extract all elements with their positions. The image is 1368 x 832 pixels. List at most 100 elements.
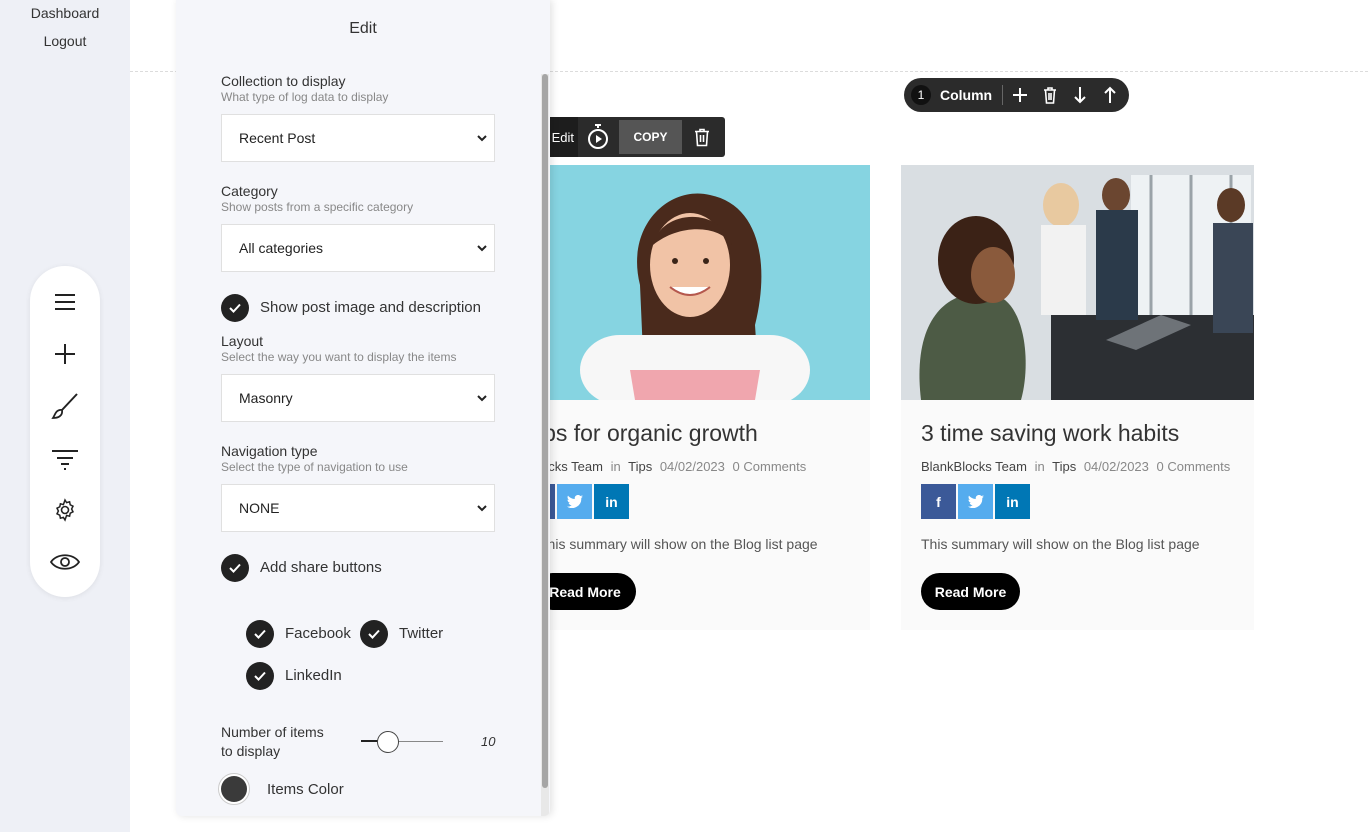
post-card: 3 time saving work habits BlankBlocks Te…	[901, 165, 1254, 630]
move-up-button[interactable]	[1095, 80, 1125, 110]
layout-select[interactable]: Masonry	[221, 374, 495, 422]
settings-button[interactable]	[45, 490, 85, 530]
arrow-down-icon	[1074, 87, 1086, 104]
post-comments[interactable]: 0 Comments	[1157, 459, 1231, 474]
toolbar-separator	[1002, 85, 1004, 105]
chevron-down-icon	[477, 245, 487, 252]
layout-label: Layout	[221, 333, 264, 349]
plus-icon	[1013, 88, 1028, 102]
chevron-down-icon	[477, 505, 487, 512]
delete-block-button[interactable]	[687, 122, 717, 152]
tool-rail	[30, 266, 100, 597]
twitter-checkbox[interactable]	[360, 620, 388, 648]
logout-link[interactable]: Logout	[0, 33, 130, 49]
add-column-button[interactable]	[1005, 80, 1035, 110]
navigation-select[interactable]: NONE	[221, 484, 495, 532]
items-color-swatch[interactable]	[218, 773, 250, 805]
copy-block-button[interactable]: COPY	[619, 120, 682, 154]
post-summary: This summary will show on the Blog list …	[539, 536, 818, 552]
category-value: All categories	[239, 240, 324, 256]
chevron-down-icon	[477, 135, 487, 142]
column-toolbar: 1 Column	[904, 78, 1129, 112]
linkedin-share-button[interactable]: in	[995, 484, 1030, 519]
menu-button[interactable]	[45, 282, 85, 322]
category-select[interactable]: All categories	[221, 224, 495, 272]
twitter-icon	[967, 495, 984, 508]
facebook-checkbox[interactable]	[246, 620, 274, 648]
layout-help: Select the way you want to display the i…	[221, 350, 457, 364]
items-count-label-2: to display	[221, 743, 281, 759]
category-label: Category	[221, 183, 278, 199]
meeting-image	[901, 165, 1254, 400]
read-more-button[interactable]: Read More	[921, 573, 1020, 610]
post-category[interactable]: Tips	[1052, 459, 1076, 474]
column-count-badge: 1	[911, 85, 931, 105]
menu-icon	[55, 294, 75, 310]
post-title[interactable]: 3 time saving work habits	[921, 420, 1179, 447]
portrait-image	[520, 165, 870, 400]
show-image-label: Show post image and description	[260, 299, 481, 316]
items-color-fill	[221, 776, 247, 802]
block-toolbar: Edit COPY	[520, 117, 725, 157]
column-label: Column	[940, 87, 993, 103]
chevron-down-icon	[477, 395, 487, 402]
twitter-icon	[566, 495, 583, 508]
post-date: 04/02/2023	[1083, 459, 1149, 474]
add-share-label: Add share buttons	[260, 559, 382, 576]
eye-icon	[50, 554, 80, 570]
linkedin-option-label: LinkedIn	[285, 667, 342, 684]
post-date: 04/02/2023	[659, 459, 725, 474]
facebook-share-button[interactable]: f	[921, 484, 956, 519]
twitter-share-button[interactable]	[557, 484, 592, 519]
trash-icon	[695, 128, 709, 146]
navigation-help: Select the type of navigation to use	[221, 460, 408, 474]
panel-scrollbar[interactable]	[541, 74, 549, 816]
meta-in: in	[1034, 459, 1045, 474]
admin-sidebar: Dashboard Logout	[0, 0, 130, 832]
edit-panel: Edit Collection to display What type of …	[176, 0, 550, 816]
trash-icon	[1044, 86, 1057, 104]
post-comments[interactable]: 0 Comments	[733, 459, 807, 474]
panel-title: Edit	[349, 20, 377, 37]
collection-label: Collection to display	[221, 73, 346, 89]
check-icon	[229, 303, 241, 313]
animation-button[interactable]	[583, 122, 613, 152]
add-share-checkbox[interactable]	[221, 554, 249, 582]
arrow-up-icon	[1104, 86, 1116, 103]
navigation-value: NONE	[239, 500, 280, 516]
twitter-option-label: Twitter	[399, 625, 444, 642]
linkedin-checkbox[interactable]	[246, 662, 274, 690]
dashboard-link[interactable]: Dashboard	[0, 5, 130, 21]
post-card: 5 Tips for organic growth BlankBlocks Te…	[520, 165, 870, 630]
collection-select[interactable]: Recent Post	[221, 114, 495, 162]
delete-column-button[interactable]	[1035, 80, 1065, 110]
post-author[interactable]: BlankBlocks Team	[921, 459, 1027, 474]
items-count-value: 10	[481, 734, 496, 749]
collection-help: What type of log data to display	[221, 90, 389, 104]
move-down-button[interactable]	[1065, 80, 1095, 110]
post-image	[520, 165, 870, 400]
post-title[interactable]: 5 Tips for organic growth	[520, 420, 758, 447]
filter-button[interactable]	[45, 440, 85, 480]
twitter-share-button[interactable]	[958, 484, 993, 519]
check-icon	[229, 563, 241, 573]
preview-button[interactable]	[45, 542, 85, 582]
gear-icon	[55, 498, 75, 522]
post-category[interactable]: Tips	[628, 459, 652, 474]
plus-icon	[55, 344, 75, 364]
filter-icon	[52, 450, 78, 470]
post-summary: This summary will show on the Blog list …	[921, 536, 1200, 552]
facebook-option-label: Facebook	[285, 625, 351, 642]
timer-play-icon	[588, 124, 608, 149]
panel-scrollbar-thumb[interactable]	[542, 74, 548, 788]
items-count-label: Number of items	[221, 724, 324, 740]
check-icon	[368, 629, 380, 639]
show-image-checkbox[interactable]	[221, 294, 249, 322]
items-count-slider-thumb[interactable]	[377, 731, 399, 753]
linkedin-share-button[interactable]: in	[594, 484, 629, 519]
post-image	[901, 165, 1254, 400]
style-button[interactable]	[45, 386, 85, 426]
items-color-label: Items Color	[267, 781, 344, 798]
check-icon	[254, 629, 266, 639]
add-block-button[interactable]	[45, 334, 85, 374]
